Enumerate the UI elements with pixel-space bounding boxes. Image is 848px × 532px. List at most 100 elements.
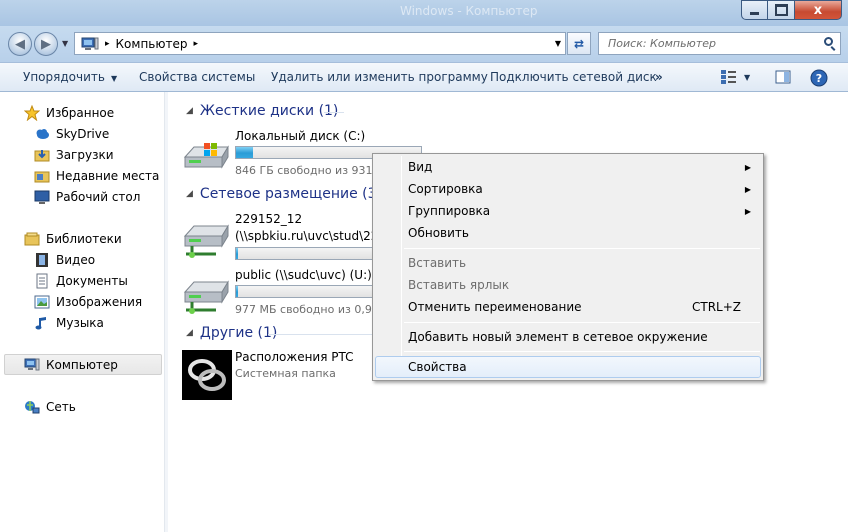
nav-images-label: Изображения	[56, 294, 143, 309]
star-icon	[23, 104, 41, 121]
nav-libraries-label: Библиотеки	[46, 231, 122, 246]
disk-usage-fill	[236, 286, 238, 297]
nav-libraries[interactable]: Библиотеки	[24, 228, 122, 249]
arrow-right-icon: ▶	[41, 36, 51, 52]
nav-desktop-label: Рабочий стол	[56, 189, 141, 204]
menu-item-label: Свойства	[408, 360, 467, 374]
arrow-left-icon: ◀	[15, 36, 25, 52]
chevron-down-icon: ▼	[110, 74, 118, 83]
preview-pane-icon[interactable]	[775, 69, 791, 88]
nav-video[interactable]: Видео	[34, 249, 95, 270]
group-title: Сетевое размещение (3)	[199, 186, 382, 202]
nav-music[interactable]: Музыка	[34, 312, 104, 333]
menu-item-paste-shortcut[interactable]: Вставить ярлык	[375, 274, 761, 296]
search-box[interactable]	[598, 32, 841, 55]
cloud-icon	[34, 126, 50, 142]
menu-separator	[404, 322, 760, 323]
back-button[interactable]: ◀	[8, 32, 32, 56]
nav-downloads[interactable]: Загрузки	[34, 144, 114, 165]
menu-item-label: Обновить	[408, 226, 469, 240]
collapse-triangle-icon: ◢	[186, 106, 193, 116]
submenu-arrow-icon: ▶	[744, 206, 751, 216]
submenu-arrow-icon: ▶	[744, 162, 751, 172]
group-header-hard-drives[interactable]: ◢ Жесткие диски (1)	[186, 103, 344, 119]
refresh-icon: ⇄	[573, 36, 585, 51]
organize-button[interactable]: Упорядочить ▼	[23, 70, 117, 84]
item-type: Системная папка	[235, 367, 336, 380]
nav-recent-places[interactable]: Недавние места	[34, 165, 159, 186]
search-input[interactable]	[608, 37, 808, 50]
view-options-chevron-icon[interactable]: ▼	[744, 73, 750, 82]
address-history-dropdown[interactable]: ▼	[555, 39, 561, 48]
nav-documents[interactable]: Документы	[34, 270, 128, 291]
menu-separator	[404, 351, 760, 352]
nav-computer[interactable]: Компьютер	[4, 354, 162, 375]
menu-item-label: Вставить	[408, 256, 467, 270]
nav-network-label: Сеть	[46, 399, 76, 414]
menu-item-view[interactable]: Вид ▶	[375, 156, 761, 178]
recent-pages-dropdown[interactable]: ▼	[62, 39, 68, 48]
drive-name: public (\\sudc\uvc) (U:)	[235, 268, 372, 282]
nav-downloads-label: Загрузки	[56, 147, 114, 162]
free-space-text: 977 МБ свободно из 0,97	[235, 303, 379, 316]
close-button[interactable]: x	[795, 0, 842, 20]
nav-desktop[interactable]: Рабочий стол	[34, 186, 140, 207]
picture-icon	[34, 294, 50, 310]
collapse-triangle-icon: ◢	[186, 328, 193, 338]
menu-item-label: Отменить переименование	[408, 300, 582, 314]
computer-icon	[24, 357, 40, 373]
menu-item-group[interactable]: Группировка ▶	[375, 200, 761, 222]
downloads-folder-icon	[34, 147, 50, 163]
close-icon: x	[813, 2, 823, 18]
nav-computer-label: Компьютер	[46, 357, 118, 372]
menu-item-label: Группировка	[408, 204, 491, 218]
address-bar[interactable]: ▸ Компьютер ▸ ▼	[74, 32, 566, 55]
menu-item-properties[interactable]: Свойства	[375, 356, 761, 378]
map-network-drive-button[interactable]: Подключить сетевой диск	[490, 70, 657, 84]
nav-video-label: Видео	[56, 252, 96, 267]
svg-text:?: ?	[816, 72, 822, 85]
group-divider	[268, 334, 388, 335]
group-divider	[324, 112, 344, 113]
free-space-text: 846 ГБ свободно из 931 Г	[235, 164, 383, 177]
menu-item-paste[interactable]: Вставить	[375, 252, 761, 274]
uninstall-program-button[interactable]: Удалить или изменить программу	[271, 70, 488, 84]
breadcrumb-computer[interactable]: Компьютер	[116, 37, 188, 51]
group-title: Другие (1)	[199, 325, 278, 341]
nav-images[interactable]: Изображения	[34, 291, 142, 312]
minimize-button[interactable]	[741, 0, 768, 20]
disk-usage-fill	[236, 147, 253, 158]
change-view-icon[interactable]	[720, 69, 738, 88]
menu-item-undo-rename[interactable]: Отменить переименование CTRL+Z	[375, 296, 761, 318]
network-icon	[24, 399, 40, 415]
navigation-pane: Избранное SkyDrive Загрузки Недавние мес…	[0, 92, 164, 532]
breadcrumb-separator[interactable]: ▸	[105, 39, 110, 49]
menu-item-label: Добавить новый элемент в сетевое окружен…	[408, 330, 708, 344]
forward-button[interactable]: ▶	[34, 32, 58, 56]
libraries-icon	[24, 231, 40, 247]
documents-icon	[34, 273, 50, 289]
network-drive-icon	[182, 268, 232, 318]
breadcrumb-separator[interactable]: ▸	[193, 39, 198, 49]
item-name: Расположения PTC	[235, 350, 354, 364]
system-properties-button[interactable]: Свойства системы	[139, 70, 255, 84]
hard-drive-icon	[182, 129, 232, 179]
maximize-button[interactable]	[768, 0, 795, 20]
group-header-network-locations[interactable]: ◢ Сетевое размещение (3)	[186, 186, 382, 202]
menu-item-refresh[interactable]: Обновить	[375, 222, 761, 244]
nav-skydrive[interactable]: SkyDrive	[34, 123, 109, 144]
film-icon	[34, 252, 50, 268]
search-icon[interactable]	[824, 37, 833, 46]
nav-favorites[interactable]: Избранное	[23, 102, 114, 123]
organize-label: Упорядочить	[23, 70, 105, 84]
menu-item-add-network-location[interactable]: Добавить новый элемент в сетевое окружен…	[375, 326, 761, 348]
title-bar: Windows - Компьютер x	[0, 0, 848, 26]
window-controls: x	[741, 0, 842, 20]
help-icon[interactable]: ?	[810, 69, 828, 90]
refresh-button[interactable]: ⇄	[567, 32, 591, 55]
keyboard-shortcut: CTRL+Z	[691, 300, 741, 314]
more-commands-button[interactable]: »	[655, 70, 663, 84]
menu-item-sort[interactable]: Сортировка ▶	[375, 178, 761, 200]
group-header-other[interactable]: ◢ Другие (1)	[186, 325, 388, 341]
nav-network[interactable]: Сеть	[24, 396, 76, 417]
